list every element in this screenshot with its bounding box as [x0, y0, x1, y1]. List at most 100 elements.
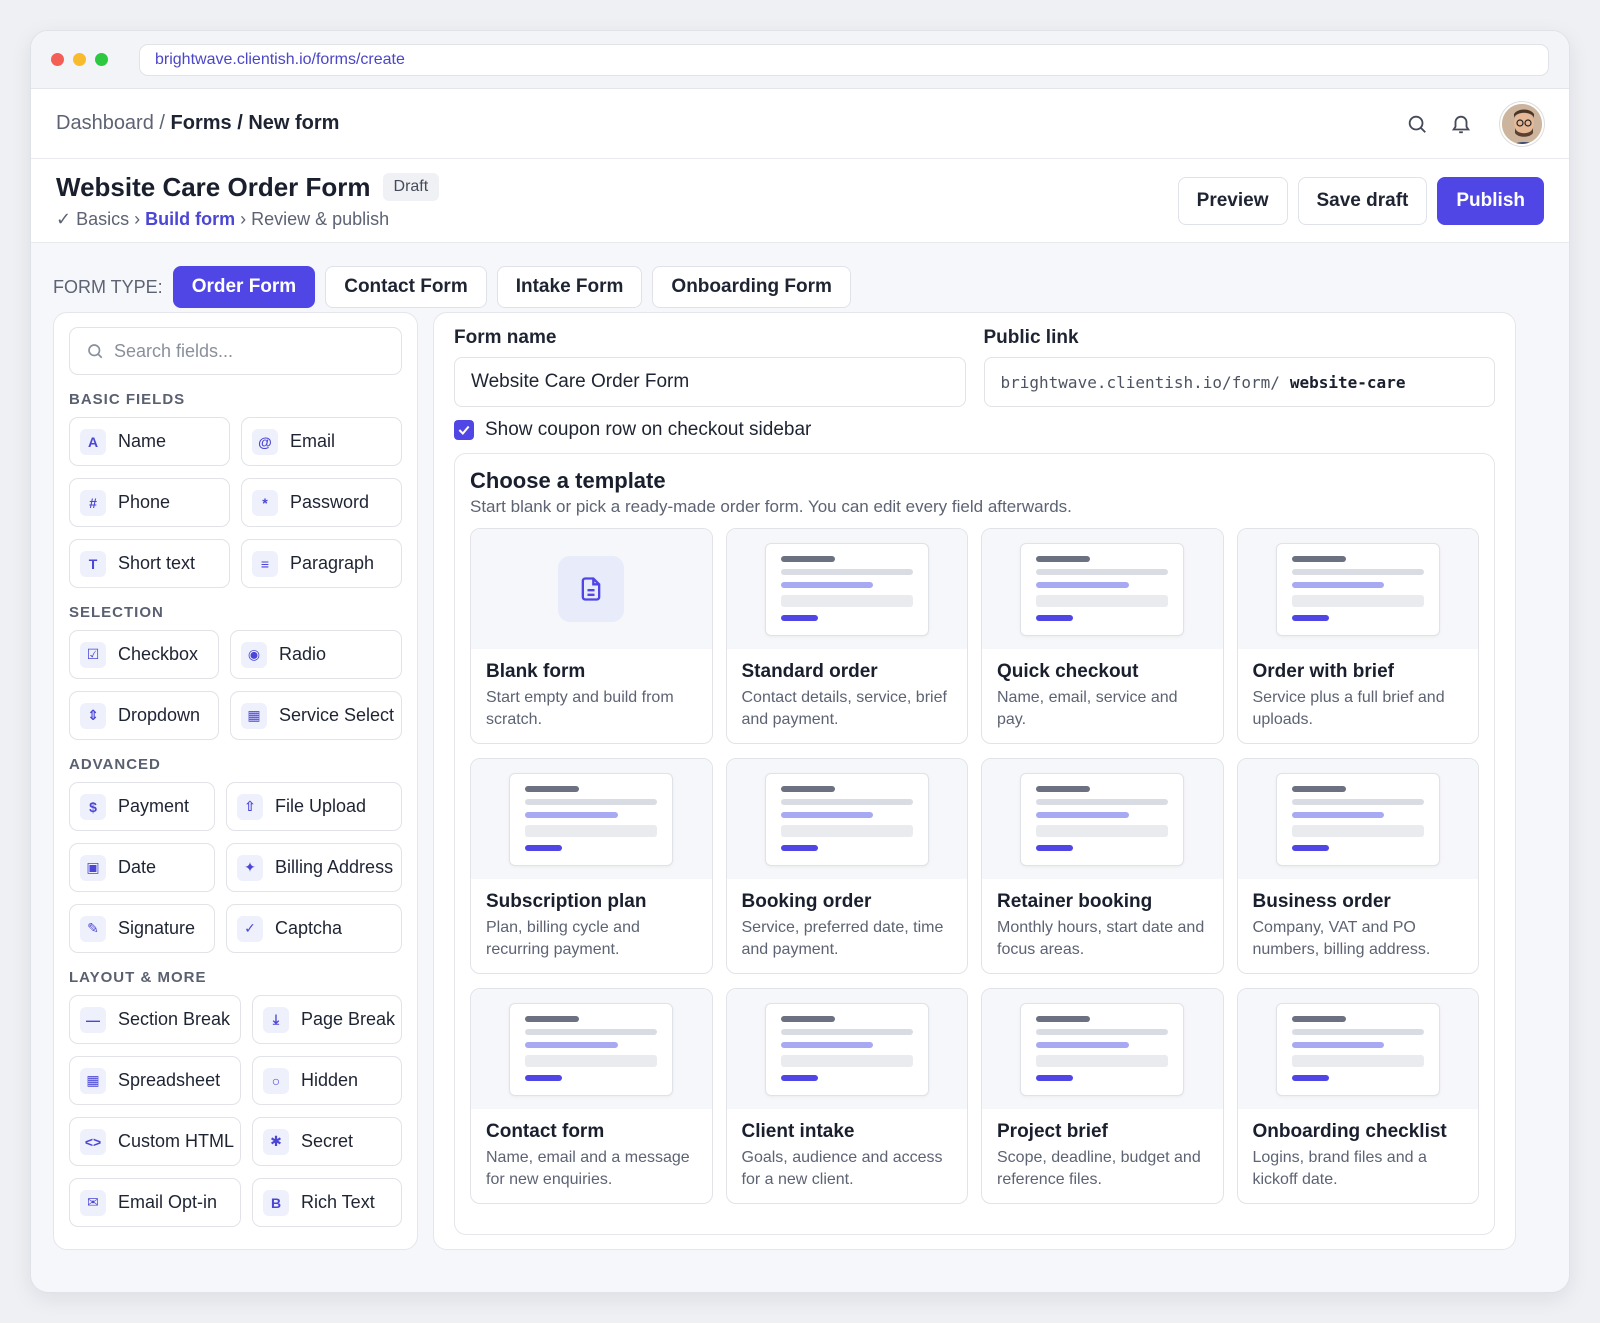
field-file-upload[interactable]: ⇧ File Upload [226, 782, 402, 831]
publish-button[interactable]: Publish [1437, 176, 1544, 225]
minimize-dot-icon[interactable] [73, 53, 86, 66]
field-label: Short text [118, 553, 196, 573]
status-badge: Draft [382, 173, 440, 201]
radio-icon: ◉ [241, 641, 267, 668]
field-label: Secret [301, 1131, 354, 1151]
template-card[interactable]: Onboarding checklist Logins, brand files … [1236, 988, 1479, 1204]
field-hidden[interactable]: ○ Hidden [252, 1056, 402, 1105]
template-name: Blank form [486, 661, 586, 682]
field-billing-address[interactable]: ✦ Billing Address [226, 843, 402, 892]
templates-title: Choose a template [470, 468, 666, 493]
bell-icon[interactable] [1448, 111, 1474, 137]
template-card[interactable]: Subscription plan Plan, billing cycle and… [470, 758, 713, 974]
step-separator: › [129, 208, 146, 229]
spreadsheet-icon: ▦ [80, 1067, 106, 1094]
field-email-opt-in[interactable]: ✉ Email Opt-in [69, 1178, 241, 1227]
asterisk-icon: * [252, 489, 278, 516]
coupon-toggle-row[interactable]: Show coupon row on checkout sidebar [454, 419, 1495, 441]
step-build-form[interactable]: Build form [145, 209, 235, 229]
tab-contact-form[interactable]: Contact Form [325, 266, 487, 308]
field-phone[interactable]: # Phone [69, 478, 230, 527]
form-type-bar: FORM TYPE: Order Form Contact Form Intak… [31, 243, 1569, 315]
field-rich-text[interactable]: B Rich Text [252, 1178, 402, 1227]
field-payment[interactable]: $ Payment [69, 782, 215, 831]
form-preview-icon [1275, 542, 1440, 636]
section-break-icon: — [80, 1006, 106, 1033]
step-basics[interactable]: ✓ Basics [56, 209, 129, 229]
field-page-break[interactable]: ⤓ Page Break [252, 995, 402, 1044]
field-label: Dropdown [118, 705, 201, 725]
field-label: Service Select [279, 705, 395, 725]
tab-intake-form[interactable]: Intake Form [496, 266, 643, 308]
maximize-dot-icon[interactable] [95, 53, 108, 66]
top-navigation: Dashboard / Forms / New form [31, 89, 1569, 159]
field-radio[interactable]: ◉ Radio [230, 630, 402, 679]
url-bar[interactable]: brightwave.clientish.io/forms/create [139, 43, 1549, 76]
field-short-text[interactable]: T Short text [69, 539, 230, 588]
template-thumbnail [726, 989, 967, 1109]
template-card[interactable]: Business order Company, VAT and PO number… [1236, 758, 1479, 974]
breadcrumb-forms[interactable]: Forms [171, 112, 232, 134]
section-advanced: ADVANCED [69, 756, 161, 773]
template-card[interactable]: Retainer booking Monthly hours, start dat… [981, 758, 1224, 974]
field-checkbox[interactable]: ☑ Checkbox [69, 630, 219, 679]
template-card[interactable]: Quick checkout Name, email, service and p… [981, 528, 1224, 744]
template-card[interactable]: Project brief Scope, deadline, budget and… [981, 988, 1224, 1204]
coupon-label: Show coupon row on checkout sidebar [485, 419, 812, 440]
template-name: Project brief [997, 1121, 1108, 1142]
field-service-select[interactable]: ▦ Service Select [230, 691, 402, 740]
upload-icon: ⇧ [237, 793, 263, 820]
template-description: Goals, audience and access for a new cli… [741, 1149, 943, 1188]
breadcrumb-dashboard[interactable]: Dashboard [56, 112, 154, 134]
field-email[interactable]: @ Email [241, 417, 402, 466]
field-captcha[interactable]: ✓ Captcha [226, 904, 402, 953]
search-input[interactable]: Search fields... [69, 327, 402, 375]
template-thumbnail [471, 989, 712, 1109]
template-card[interactable]: Booking order Service, preferred date, ti… [725, 758, 968, 974]
template-card[interactable]: Contact form Name, email and a message fo… [470, 988, 713, 1204]
field-date[interactable]: ▣ Date [69, 843, 215, 892]
breadcrumb: Dashboard / Forms / New form [56, 112, 339, 135]
field-section-break[interactable]: — Section Break [69, 995, 241, 1044]
avatar[interactable] [1500, 101, 1544, 146]
section-basic-fields: BASIC FIELDS [69, 391, 186, 408]
field-paragraph[interactable]: ≡ Paragraph [241, 539, 402, 588]
hash-icon: # [80, 489, 106, 516]
step-separator: › [235, 208, 252, 229]
public-link-prefix: brightwave.clientish.io/form/ [1000, 372, 1280, 392]
section-selection: SELECTION [69, 604, 164, 621]
field-label: Spreadsheet [118, 1070, 221, 1090]
template-card[interactable]: Blank form Start empty and build from scr… [470, 528, 713, 744]
close-dot-icon[interactable] [51, 53, 64, 66]
field-label: Phone [118, 492, 171, 512]
field-spreadsheet[interactable]: ▦ Spreadsheet [69, 1056, 241, 1105]
template-name: Business order [1252, 891, 1391, 912]
document-icon [558, 556, 625, 622]
field-secret[interactable]: ✱ Secret [252, 1117, 402, 1166]
secret-asterisk-icon: ✱ [263, 1128, 289, 1155]
wizard-steps: ✓ Basics › Build form › Review & publish [56, 209, 439, 230]
tab-onboarding-form[interactable]: Onboarding Form [652, 266, 851, 308]
field-name[interactable]: A Name [69, 417, 230, 466]
field-label: Captcha [275, 918, 343, 938]
code-icon: <> [80, 1128, 106, 1155]
template-description: Plan, billing cycle and recurring paymen… [486, 919, 640, 958]
template-card[interactable]: Standard order Contact details, service, … [725, 528, 968, 744]
public-link-input[interactable]: brightwave.clientish.io/form/website-car… [983, 357, 1495, 407]
template-description: Monthly hours, start date and focus area… [997, 919, 1205, 958]
field-password[interactable]: * Password [241, 478, 402, 527]
template-card[interactable]: Client intake Goals, audience and access … [725, 988, 968, 1204]
step-review-publish[interactable]: Review & publish [251, 209, 389, 229]
form-name-input[interactable]: Website Care Order Form [454, 357, 966, 407]
field-signature[interactable]: ✎ Signature [69, 904, 215, 953]
coupon-checkbox[interactable] [454, 420, 474, 440]
search-icon[interactable] [1404, 111, 1430, 137]
layout-fields-list: — Section Break ⤓ Page Break ▦ Spreadsheet … [69, 995, 402, 1227]
form-type-label: FORM TYPE: [53, 276, 163, 297]
field-custom-html[interactable]: <> Custom HTML [69, 1117, 241, 1166]
tab-order-form[interactable]: Order Form [172, 266, 316, 308]
save-draft-button[interactable]: Save draft [1297, 176, 1428, 225]
preview-button[interactable]: Preview [1177, 176, 1288, 225]
field-dropdown[interactable]: ⇕ Dropdown [69, 691, 219, 740]
template-card[interactable]: Order with brief Service plus a full brie… [1236, 528, 1479, 744]
